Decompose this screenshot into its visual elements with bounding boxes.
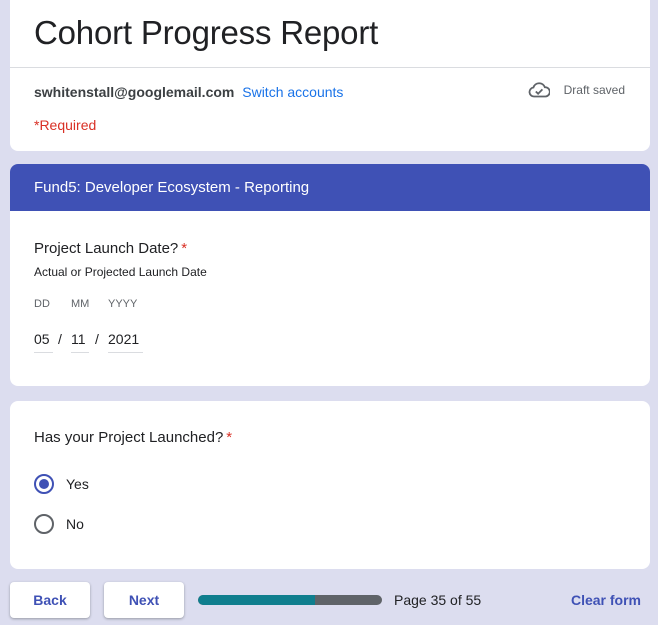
date-separator: /: [95, 331, 99, 347]
launch-date-description: Actual or Projected Launch Date: [34, 265, 207, 279]
year-input[interactable]: 2021: [108, 331, 143, 353]
back-button[interactable]: Back: [10, 582, 90, 618]
account-row: swhitenstall@googlemail.com Switch accou…: [34, 84, 343, 100]
year-label: YYYY: [108, 298, 138, 310]
switch-accounts-link[interactable]: Switch accounts: [242, 84, 343, 100]
launched-question-card: Has your Project Launched? * Yes No: [10, 401, 650, 569]
form-header-card: Cohort Progress Report swhitenstall@goog…: [10, 0, 650, 151]
draft-status-label: Draft saved: [563, 83, 625, 97]
progress-bar: [198, 595, 382, 605]
progress-fill: [198, 595, 316, 605]
radio-option-no[interactable]: No: [34, 514, 84, 534]
month-label: MM: [71, 298, 90, 310]
radio-option-yes[interactable]: Yes: [34, 474, 89, 494]
date-separator: /: [58, 331, 62, 347]
month-input[interactable]: 11: [71, 331, 89, 353]
radio-button-checked[interactable]: [34, 474, 54, 494]
draft-status: Draft saved: [528, 82, 625, 98]
launch-date-card: Fund5: Developer Ecosystem - Reporting P…: [10, 164, 650, 386]
form-title: Cohort Progress Report: [34, 14, 379, 51]
required-note: *Required: [34, 117, 97, 133]
required-asterisk: *: [226, 429, 233, 446]
account-email: swhitenstall@googlemail.com: [34, 84, 235, 100]
day-label: DD: [34, 298, 50, 310]
launch-date-question-title: Project Launch Date? *: [34, 240, 187, 257]
section-header: Fund5: Developer Ecosystem - Reporting: [10, 164, 650, 211]
header-divider: [10, 67, 650, 68]
next-button[interactable]: Next: [104, 582, 184, 618]
clear-form-button[interactable]: Clear form: [571, 592, 641, 608]
radio-label-yes: Yes: [66, 476, 89, 492]
launched-question-title: Has your Project Launched? *: [34, 429, 232, 446]
question-title-text: Has your Project Launched?: [34, 429, 224, 446]
question-title-text: Project Launch Date?: [34, 240, 179, 257]
day-input[interactable]: 05: [34, 331, 53, 353]
required-asterisk: *: [181, 240, 188, 257]
radio-button-unchecked[interactable]: [34, 514, 54, 534]
cloud-check-icon: [528, 82, 550, 98]
radio-label-no: No: [66, 516, 84, 532]
page-indicator: Page 35 of 55: [394, 592, 482, 608]
